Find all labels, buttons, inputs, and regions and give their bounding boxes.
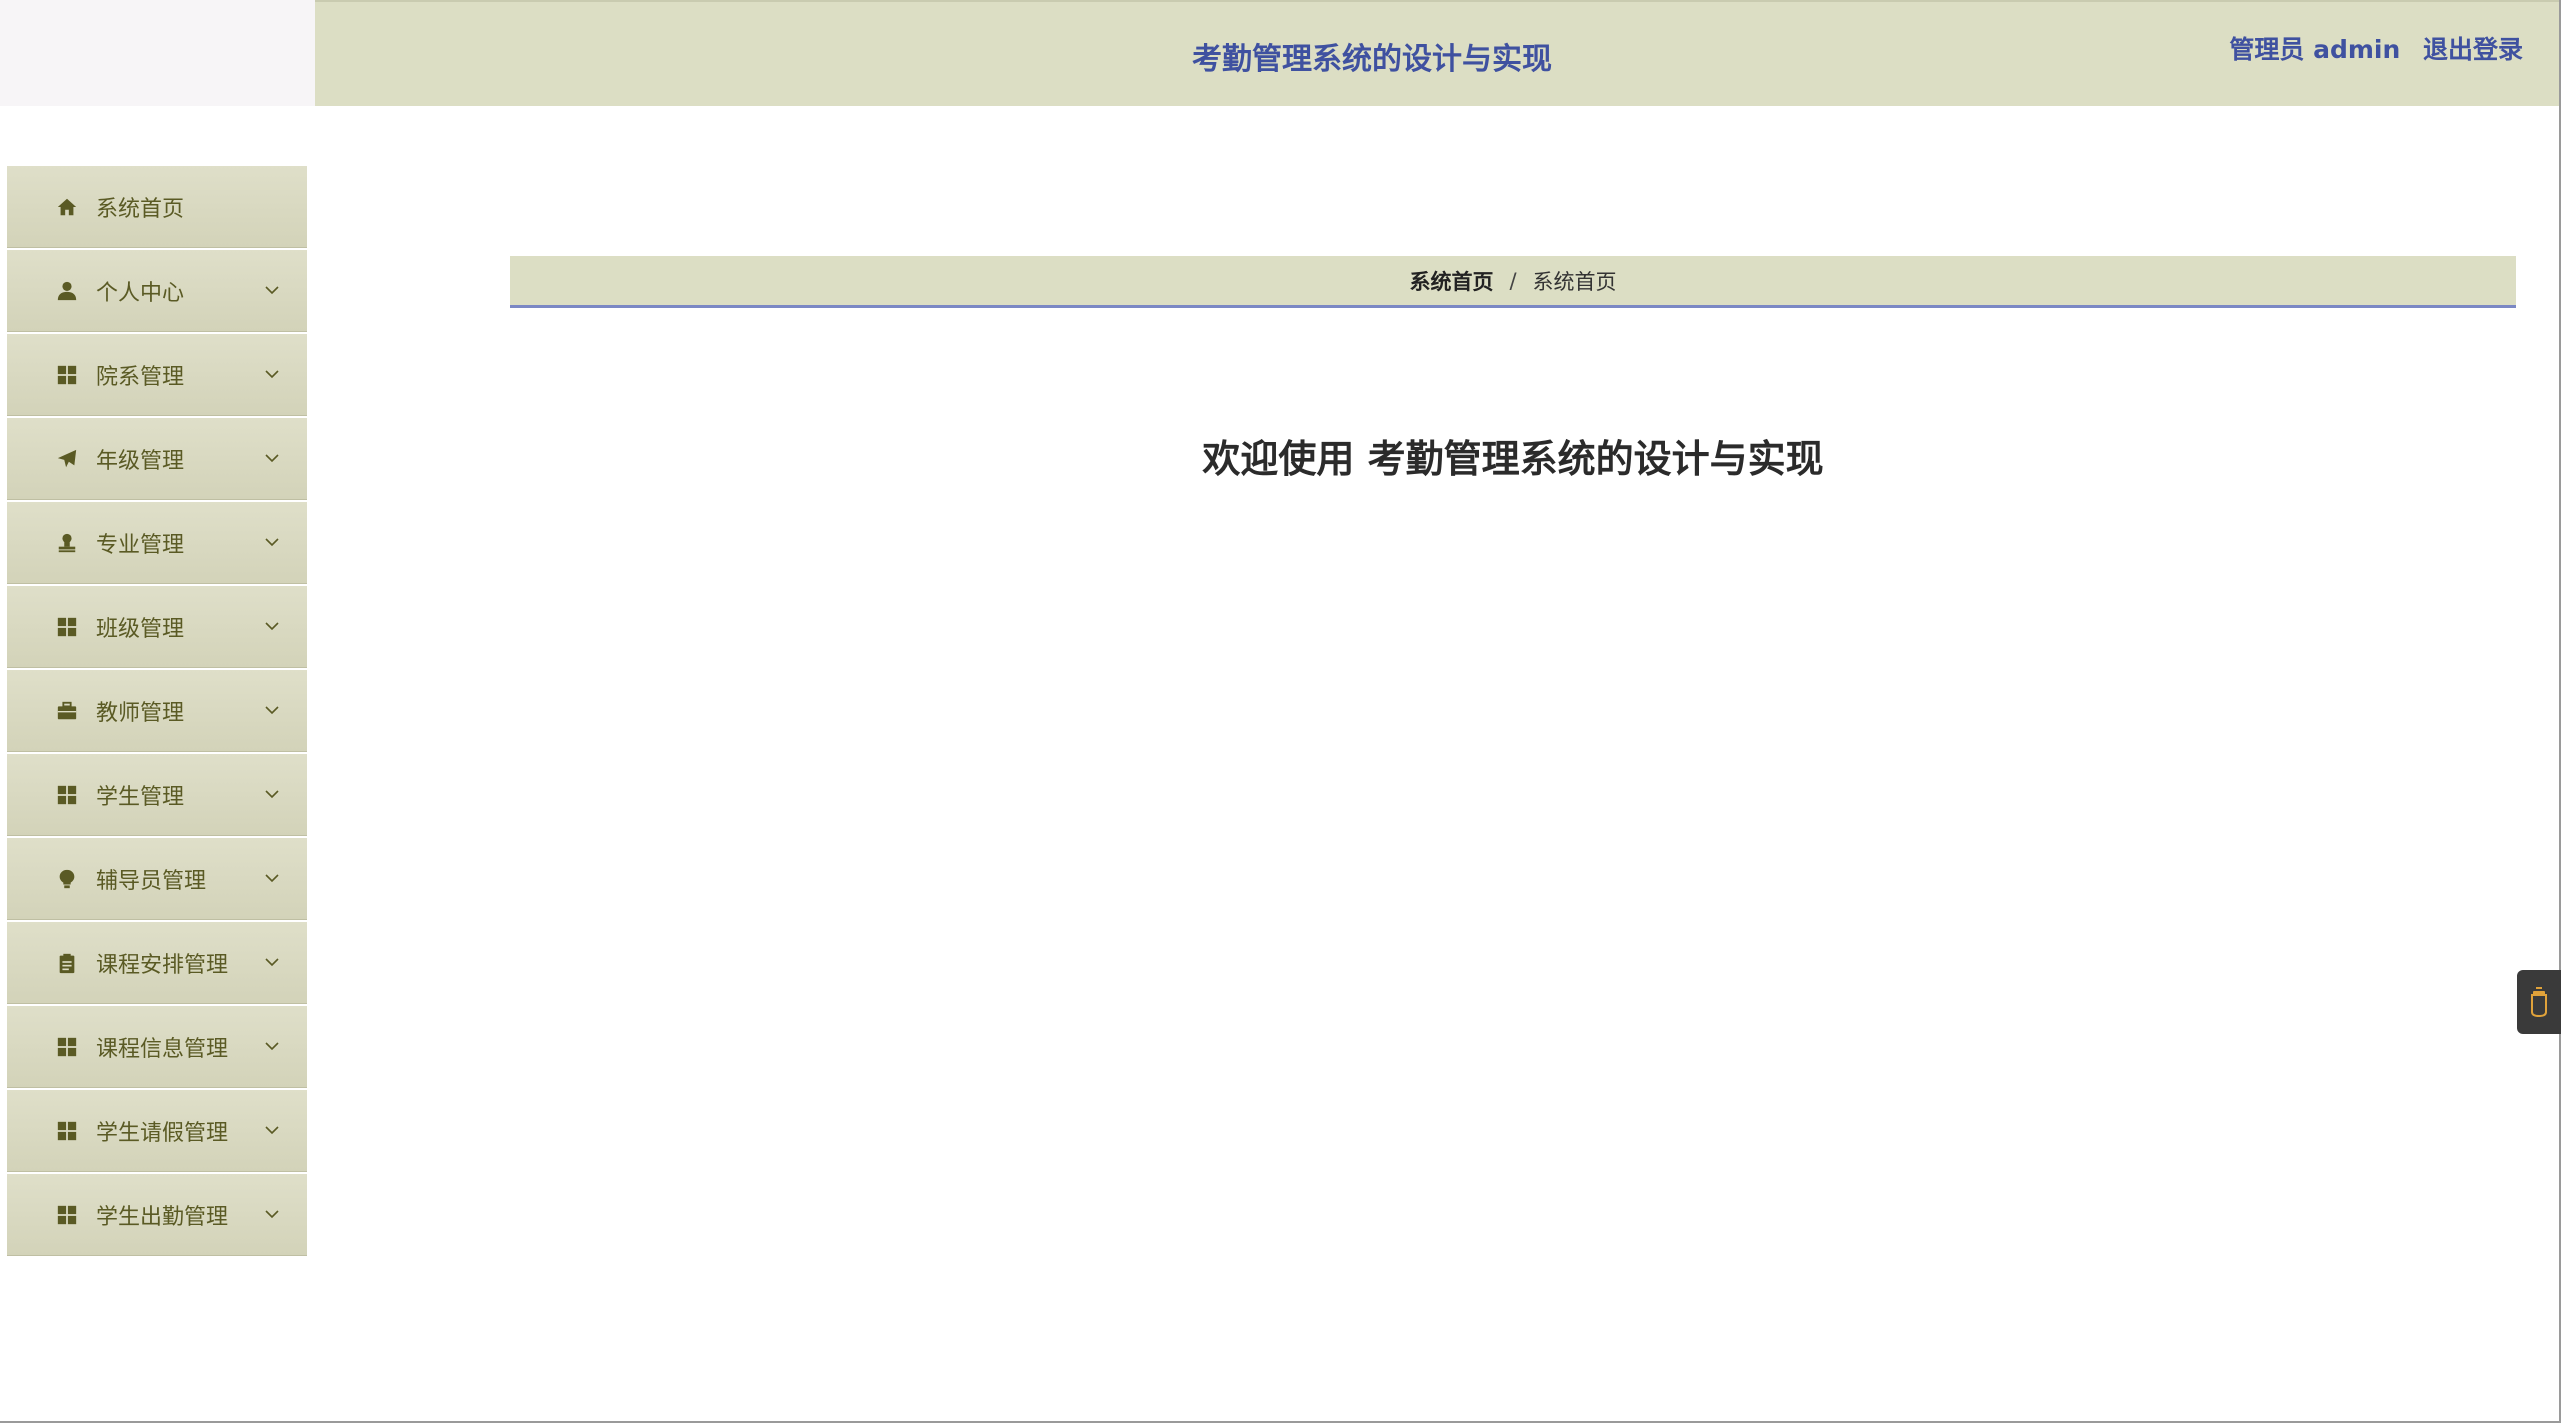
sidebar-item-label: 课程安排管理 xyxy=(96,952,229,978)
sidebar-item-home[interactable]: 系统首页 xyxy=(7,166,307,248)
sidebar-item-label: 学生请假管理 xyxy=(96,1120,229,1146)
clipboard-icon xyxy=(54,950,80,976)
chevron-down-icon xyxy=(265,1120,279,1135)
grid-icon xyxy=(54,614,80,640)
home-icon xyxy=(54,194,80,220)
chevron-down-icon xyxy=(265,1036,279,1051)
logo-area xyxy=(0,0,315,106)
chevron-down-icon xyxy=(265,952,279,967)
sidebar-item-class[interactable]: 班级管理 xyxy=(7,586,307,668)
breadcrumb: 系统首页 / 系统首页 xyxy=(510,256,2516,308)
sidebar-item-label: 学生管理 xyxy=(96,784,185,810)
chevron-down-icon xyxy=(265,700,279,715)
chevron-down-icon xyxy=(265,784,279,799)
sidebar-item-course-info[interactable]: 课程信息管理 xyxy=(7,1006,307,1088)
briefcase-icon xyxy=(54,698,80,724)
user-icon xyxy=(54,278,80,304)
sidebar-item-grade[interactable]: 年级管理 xyxy=(7,418,307,500)
sidebar-item-label: 学生出勤管理 xyxy=(96,1204,229,1230)
chevron-down-icon xyxy=(265,364,279,379)
sidebar-menu: 系统首页 个人中心 院系管理 年级管理 专业管理 班级管理 教师管理 学生管理 … xyxy=(7,166,307,1258)
sidebar-item-personal-center[interactable]: 个人中心 xyxy=(7,250,307,332)
grid-icon xyxy=(54,362,80,388)
logout-link[interactable]: 退出登录 xyxy=(2423,35,2523,64)
sidebar-item-label: 个人中心 xyxy=(96,280,185,306)
app-title: 考勤管理系统的设计与实现 xyxy=(1192,42,1552,77)
chevron-down-icon xyxy=(265,868,279,883)
grid-icon xyxy=(54,1118,80,1144)
chevron-down-icon xyxy=(265,448,279,463)
cup-icon xyxy=(2531,987,2547,1018)
breadcrumb-home-link[interactable]: 系统首页 xyxy=(1409,266,1493,296)
sidebar-item-label: 班级管理 xyxy=(96,616,185,642)
top-header: 考勤管理系统的设计与实现 管理员 admin 退出登录 xyxy=(315,0,2559,106)
sidebar-item-label: 系统首页 xyxy=(96,196,185,222)
chevron-down-icon xyxy=(265,616,279,631)
sidebar-item-counselor[interactable]: 辅导员管理 xyxy=(7,838,307,920)
admin-label: 管理员 admin xyxy=(2229,35,2401,64)
sidebar-item-label: 课程信息管理 xyxy=(96,1036,229,1062)
app-window: 考勤管理系统的设计与实现 管理员 admin 退出登录 系统首页 个人中心 院系… xyxy=(0,0,2561,1423)
paper-plane-icon xyxy=(54,446,80,472)
sidebar-item-label: 院系管理 xyxy=(96,364,185,390)
sidebar-item-department[interactable]: 院系管理 xyxy=(7,334,307,416)
sidebar-item-label: 专业管理 xyxy=(96,532,185,558)
grid-icon xyxy=(54,1202,80,1228)
sidebar-item-student[interactable]: 学生管理 xyxy=(7,754,307,836)
sidebar-item-course-schedule[interactable]: 课程安排管理 xyxy=(7,922,307,1004)
chevron-down-icon xyxy=(265,1204,279,1219)
welcome-heading: 欢迎使用 考勤管理系统的设计与实现 xyxy=(1202,437,1824,481)
stamp-icon xyxy=(54,530,80,556)
sidebar-item-label: 辅导员管理 xyxy=(96,868,207,894)
sidebar-item-label: 年级管理 xyxy=(96,448,185,474)
sidebar-item-teacher[interactable]: 教师管理 xyxy=(7,670,307,752)
breadcrumb-separator: / xyxy=(1509,268,1517,293)
grid-icon xyxy=(54,782,80,808)
chevron-down-icon xyxy=(265,532,279,547)
grid-icon xyxy=(54,1034,80,1060)
sidebar-item-major[interactable]: 专业管理 xyxy=(7,502,307,584)
lightbulb-icon xyxy=(54,866,80,892)
user-area: 管理员 admin 退出登录 xyxy=(2229,30,2523,66)
sidebar-item-student-leave[interactable]: 学生请假管理 xyxy=(7,1090,307,1172)
sidebar-item-student-attendance[interactable]: 学生出勤管理 xyxy=(7,1174,307,1256)
sidebar-item-label: 教师管理 xyxy=(96,700,185,726)
breadcrumb-current: 系统首页 xyxy=(1532,269,1617,294)
floating-widget-button[interactable] xyxy=(2517,970,2561,1034)
chevron-down-icon xyxy=(265,280,279,295)
